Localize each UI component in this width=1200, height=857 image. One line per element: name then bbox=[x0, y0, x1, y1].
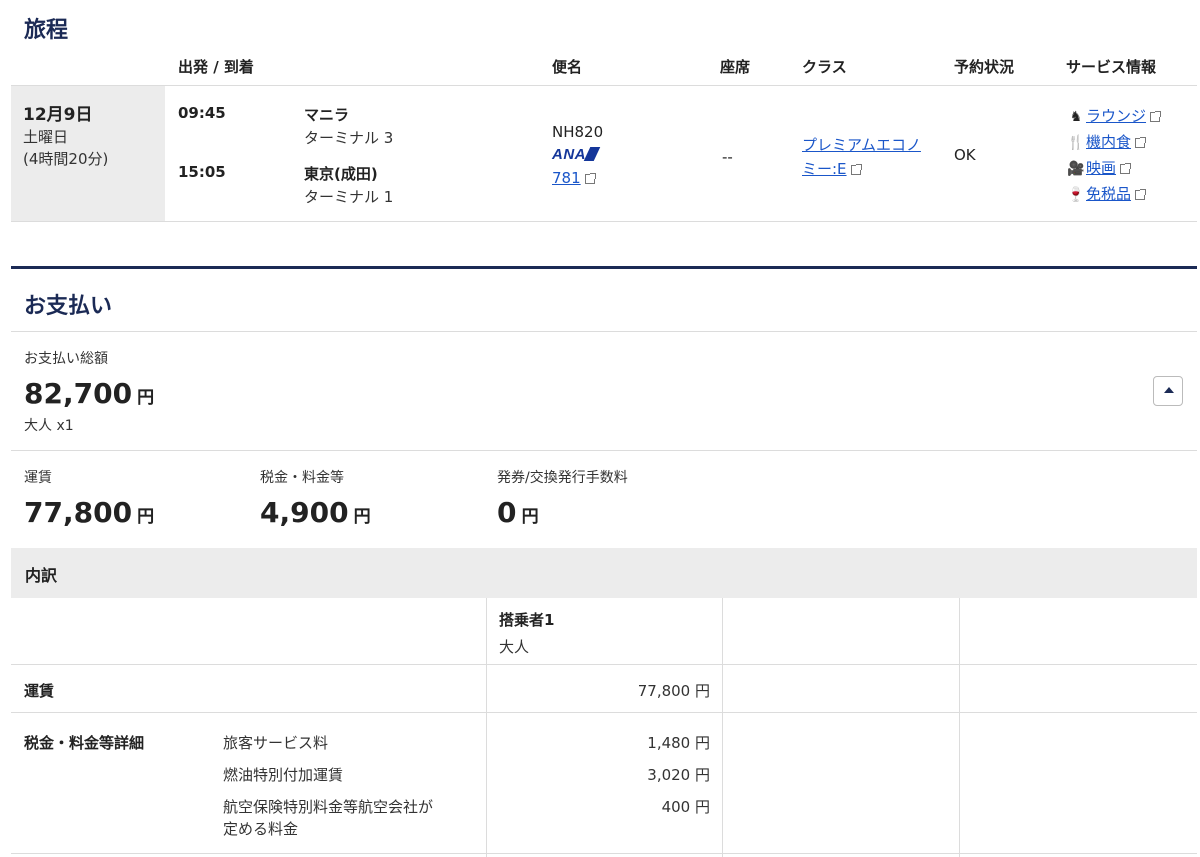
col-status: 予約状況 bbox=[954, 58, 1015, 76]
arrive-city: 東京(成田) bbox=[304, 165, 378, 183]
aircraft-number[interactable]: 781 bbox=[552, 169, 581, 187]
external-link-icon bbox=[584, 172, 596, 184]
tax-item-name: 旅客サービス料 bbox=[223, 734, 329, 752]
fee-label: 発券/交換発行手数料 bbox=[497, 470, 628, 486]
segment-date: 12月9日 bbox=[23, 105, 93, 125]
total-label: お支払い総額 bbox=[24, 351, 108, 367]
service-lounge[interactable]: ♞ ラウンジ bbox=[1066, 105, 1162, 125]
meal-icon: 🍴 bbox=[1067, 135, 1085, 151]
depart-terminal: ターミナル 3 bbox=[304, 129, 394, 147]
col-services: サービス情報 bbox=[1066, 58, 1157, 76]
external-link-icon bbox=[1150, 110, 1162, 122]
depart-city: マニラ bbox=[304, 106, 350, 124]
external-link-icon bbox=[850, 163, 862, 175]
movie-link[interactable]: 映画 bbox=[1086, 159, 1116, 177]
divider bbox=[11, 450, 1197, 451]
col-departure-arrival: 出発 / 到着 bbox=[178, 58, 254, 76]
external-link-icon bbox=[1120, 162, 1132, 174]
ana-logo: ANA bbox=[552, 144, 601, 163]
col-seat: 座席 bbox=[720, 58, 751, 76]
service-duty-free[interactable]: 🍷免税品 bbox=[1066, 183, 1147, 203]
currency-label: 円 bbox=[137, 507, 155, 527]
date-cell: 12月9日 土曜日 (4時間20分) bbox=[11, 86, 165, 221]
column-divider bbox=[959, 598, 960, 857]
tax-item-name: 定める料金 bbox=[223, 820, 299, 838]
arrive-terminal: ターミナル 1 bbox=[304, 188, 394, 206]
fare-row-label: 運賃 bbox=[24, 682, 55, 700]
duty-free-link[interactable]: 免税品 bbox=[1086, 185, 1131, 203]
tax-item-name: 航空保険特別料金等航空会社が bbox=[223, 798, 434, 816]
passenger-type: 大人 bbox=[499, 638, 530, 656]
tax-item-amount: 1,480 円 bbox=[647, 734, 710, 752]
duty-free-icon: 🍷 bbox=[1067, 187, 1085, 203]
collapse-toggle-button[interactable] bbox=[1153, 376, 1183, 406]
col-flight: 便名 bbox=[552, 58, 583, 76]
fare-row-amount: 77,800 円 bbox=[637, 682, 710, 700]
external-link-icon bbox=[1135, 136, 1147, 148]
aircraft-link[interactable]: 781 bbox=[552, 168, 596, 187]
col-class: クラス bbox=[802, 58, 847, 76]
fee-amount-row: 0 円 bbox=[497, 496, 539, 529]
seat-value: -- bbox=[722, 148, 733, 166]
service-movie[interactable]: 🎥映画 bbox=[1066, 157, 1132, 177]
arrive-time: 15:05 bbox=[178, 163, 226, 181]
divider bbox=[11, 664, 1197, 665]
fee-amount: 0 bbox=[497, 496, 517, 529]
tax-amount-row: 4,900 円 bbox=[260, 496, 371, 529]
class-link[interactable]: プレミアムエコノ ミー:E bbox=[802, 134, 921, 181]
tax-item-name: 燃油特別付加運賃 bbox=[223, 766, 344, 784]
currency-label: 円 bbox=[137, 388, 155, 408]
lounge-link[interactable]: ラウンジ bbox=[1086, 107, 1146, 125]
divider bbox=[11, 712, 1197, 713]
tax-item-amount: 3,020 円 bbox=[647, 766, 710, 784]
tax-amount: 4,900 bbox=[260, 496, 349, 529]
divider bbox=[11, 331, 1197, 332]
tax-row-label: 税金・料金等詳細 bbox=[24, 734, 145, 752]
passenger-header: 搭乗者1 bbox=[499, 611, 555, 629]
total-amount: 82,700 bbox=[24, 377, 133, 410]
total-amount-row: 82,700 円 bbox=[24, 377, 154, 410]
segment-weekday: 土曜日 bbox=[23, 128, 69, 146]
fare-amount-row: 77,800 円 bbox=[24, 496, 154, 529]
currency-label: 円 bbox=[353, 507, 371, 527]
breakdown-title: 内訳 bbox=[25, 566, 58, 585]
class-line-1[interactable]: プレミアムエコノ bbox=[802, 134, 921, 157]
fare-label: 運賃 bbox=[24, 470, 52, 486]
external-link-icon bbox=[1135, 188, 1147, 200]
depart-time: 09:45 bbox=[178, 104, 226, 122]
column-divider bbox=[486, 598, 487, 857]
status-value: OK bbox=[954, 146, 976, 164]
passenger-count: 大人 x1 bbox=[24, 418, 74, 434]
class-line-2[interactable]: ミー:E bbox=[802, 160, 847, 178]
column-divider bbox=[722, 598, 723, 857]
meal-link[interactable]: 機内食 bbox=[1086, 133, 1131, 151]
lounge-icon: ♞ bbox=[1069, 109, 1083, 125]
itinerary-title: 旅程 bbox=[24, 18, 69, 43]
service-meal[interactable]: 🍴機内食 bbox=[1066, 131, 1147, 151]
payment-title: お支払い bbox=[24, 294, 113, 319]
breakdown-header: 内訳 bbox=[11, 548, 1197, 598]
segment-duration: (4時間20分) bbox=[23, 150, 109, 168]
payment-divider bbox=[11, 266, 1197, 269]
movie-icon: 🎥 bbox=[1067, 161, 1085, 177]
tax-item-name-multiline: 航空保険特別料金等航空会社が 定める料金 bbox=[223, 796, 433, 840]
currency-label: 円 bbox=[521, 507, 539, 527]
tax-item-amount: 400 円 bbox=[661, 798, 710, 816]
ana-logo-text: ANA bbox=[552, 146, 586, 163]
tax-label: 税金・料金等 bbox=[260, 470, 344, 486]
fare-amount: 77,800 bbox=[24, 496, 133, 529]
divider bbox=[11, 853, 1197, 854]
flight-number: NH820 bbox=[552, 123, 604, 141]
